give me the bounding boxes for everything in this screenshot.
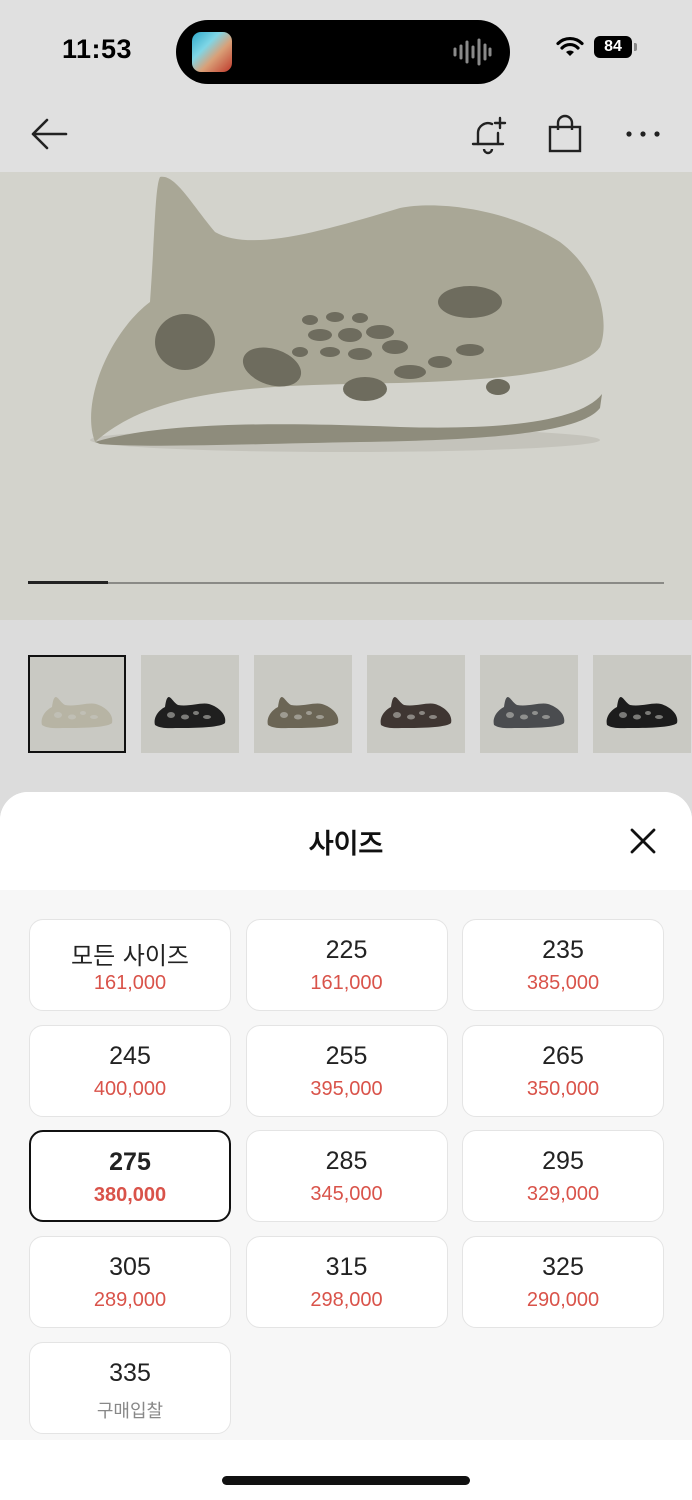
size-option[interactable]: 275 380,000 xyxy=(29,1130,231,1223)
battery-indicator: 84 xyxy=(594,36,637,58)
size-option[interactable]: 255 395,000 xyxy=(245,1024,448,1117)
size-option[interactable]: 모든 사이즈 161,000 xyxy=(29,919,231,1011)
arrow-left-icon[interactable] xyxy=(28,114,70,154)
size-price: 350,000 xyxy=(526,1077,600,1100)
size-price: 345,000 xyxy=(310,1183,383,1206)
size-option[interactable]: 235 385,000 xyxy=(462,919,664,1011)
now-playing-artwork xyxy=(192,32,232,72)
thumbnail-strip xyxy=(0,620,692,795)
size-bottom-sheet: 사이즈 모든 사이즈 161,000 225 161,000 235 385,000 245… xyxy=(0,792,692,1500)
size-option[interactable]: 295 329,000 xyxy=(462,1130,664,1223)
size-price: 385,000 xyxy=(526,972,600,994)
size-price: 395,000 xyxy=(310,1077,383,1100)
shoe-thumbnail-image xyxy=(606,697,678,729)
wifi-icon xyxy=(556,36,584,56)
size-option[interactable]: 225 161,000 xyxy=(245,919,448,1011)
foam-runner-shoe-image xyxy=(90,176,604,452)
bell-plus-icon[interactable] xyxy=(468,114,508,156)
size-price: 161,000 xyxy=(310,972,383,994)
thumbnail-4[interactable] xyxy=(367,655,465,753)
home-area xyxy=(0,1440,692,1500)
gallery-progress-fill xyxy=(28,581,108,584)
status-time: 11:53 xyxy=(62,34,133,64)
product-image[interactable] xyxy=(0,172,692,620)
sheet-title: 사이즈 xyxy=(308,829,384,860)
size-price: 289,000 xyxy=(93,1289,167,1312)
size-price: 329,000 xyxy=(526,1183,600,1206)
size-grid: 모든 사이즈 161,000 225 161,000 235 385,000 245 400,… xyxy=(0,890,692,1440)
size-label: 335 xyxy=(109,1358,151,1387)
dynamic-island[interactable] xyxy=(176,20,510,84)
close-icon[interactable] xyxy=(624,822,662,860)
thumbnail-5[interactable] xyxy=(480,655,578,753)
size-option[interactable]: 265 350,000 xyxy=(462,1024,664,1117)
size-option[interactable]: 315 298,000 xyxy=(245,1236,448,1329)
size-option[interactable]: 245 400,000 xyxy=(29,1024,231,1117)
size-label: 275 xyxy=(109,1148,151,1177)
thumbnail-2[interactable] xyxy=(141,655,239,753)
size-label: 모든 사이즈 xyxy=(70,942,190,970)
size-label: 285 xyxy=(325,1147,368,1176)
thumbnail-1[interactable] xyxy=(28,655,126,753)
shopping-bag-icon[interactable] xyxy=(546,114,584,154)
size-price: 400,000 xyxy=(93,1077,167,1100)
more-horizontal-icon[interactable] xyxy=(624,128,662,140)
size-label: 225 xyxy=(325,936,368,964)
shoe-thumbnail-image xyxy=(154,697,226,729)
sheet-header: 사이즈 xyxy=(0,792,692,890)
shoe-thumbnail-image xyxy=(41,697,113,729)
size-price: 380,000 xyxy=(93,1184,167,1207)
size-label: 265 xyxy=(542,1041,584,1070)
size-option[interactable]: 335 구매입찰 xyxy=(29,1341,231,1434)
audio-waveform-icon xyxy=(453,38,492,66)
size-label: 235 xyxy=(542,936,584,964)
size-option[interactable]: 305 289,000 xyxy=(29,1236,231,1329)
home-indicator[interactable] xyxy=(222,1476,470,1485)
size-price: 298,000 xyxy=(310,1289,383,1312)
shoe-thumbnail-image xyxy=(267,697,339,729)
size-price: 290,000 xyxy=(526,1289,600,1312)
size-label: 325 xyxy=(542,1253,584,1282)
size-price: 구매입찰 xyxy=(96,1400,164,1422)
app-header xyxy=(0,100,692,172)
thumbnail-3[interactable] xyxy=(254,655,352,753)
size-label: 305 xyxy=(109,1253,151,1282)
size-price: 161,000 xyxy=(93,972,167,994)
size-label: 295 xyxy=(542,1147,584,1176)
shoe-thumbnail-image xyxy=(493,697,565,729)
gallery-progress-bar xyxy=(28,581,664,584)
size-label: 255 xyxy=(325,1041,368,1070)
size-label: 315 xyxy=(325,1253,368,1282)
shoe-thumbnail-image xyxy=(380,697,452,729)
thumbnail-6[interactable] xyxy=(593,655,691,753)
size-option[interactable]: 325 290,000 xyxy=(462,1236,664,1329)
size-label: 245 xyxy=(109,1041,151,1070)
size-option[interactable]: 285 345,000 xyxy=(245,1130,448,1223)
status-bar: 11:53 84 xyxy=(0,0,692,100)
